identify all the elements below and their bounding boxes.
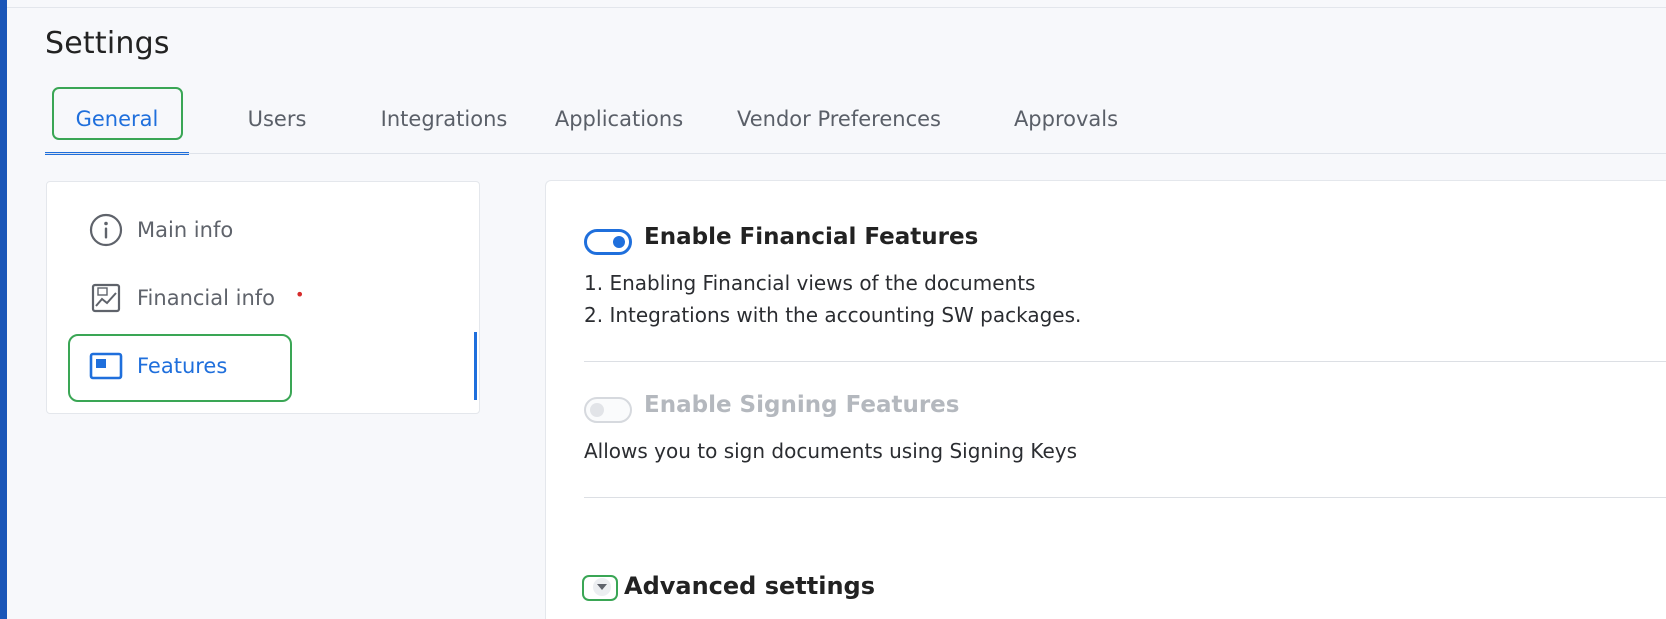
- settings-tabs: General Users Integrations Applications …: [45, 84, 1666, 155]
- sidebar-active-indicator: [474, 332, 477, 400]
- tab-vendor-preferences-label: Vendor Preferences: [737, 107, 941, 131]
- toggle-knob: [590, 403, 604, 417]
- tab-integrations[interactable]: Integrations: [359, 84, 529, 154]
- app-left-rail: [0, 0, 7, 619]
- chevron-down-icon: [593, 578, 611, 596]
- tab-general[interactable]: General: [45, 84, 189, 155]
- features-panel: Enable Financial Features 1. Enabling Fi…: [545, 180, 1666, 619]
- tab-general-label: General: [75, 107, 159, 131]
- financial-features-section: Enable Financial Features 1. Enabling Fi…: [584, 219, 1666, 329]
- financial-features-toggle[interactable]: [584, 229, 632, 255]
- tab-applications-label: Applications: [554, 107, 684, 131]
- sidebar-item-financial-info[interactable]: Financial info •: [89, 278, 304, 318]
- signing-features-description: Allows you to sign documents using Signi…: [584, 439, 1078, 463]
- info-circle-icon: [89, 213, 123, 247]
- required-marker: •: [295, 284, 305, 304]
- tab-approvals[interactable]: Approvals: [997, 84, 1135, 154]
- top-divider: [7, 7, 1666, 8]
- page-title: Settings: [45, 26, 170, 61]
- tab-approvals-label: Approvals: [1013, 107, 1119, 131]
- tab-applications[interactable]: Applications: [539, 84, 699, 154]
- advanced-settings-title: Advanced settings: [624, 572, 876, 600]
- financial-chart-icon: [89, 281, 123, 315]
- sidebar-item-main-info[interactable]: Main info: [89, 210, 233, 250]
- section-divider: [584, 497, 1666, 498]
- tab-integrations-label: Integrations: [380, 107, 508, 131]
- settings-sidebar: Main info Financial info • Features: [46, 181, 480, 414]
- sidebar-item-label: Financial info: [137, 286, 276, 310]
- financial-features-line-1: 1. Enabling Financial views of the docum…: [584, 271, 1036, 295]
- signing-features-toggle[interactable]: [584, 397, 632, 423]
- sidebar-item-label: Main info: [137, 218, 234, 242]
- tab-vendor-preferences[interactable]: Vendor Preferences: [723, 84, 955, 154]
- advanced-settings-expand-toggle[interactable]: [584, 574, 620, 600]
- signing-features-section: Enable Signing Features Allows you to si…: [584, 387, 1666, 467]
- financial-features-line-2: 2. Integrations with the accounting SW p…: [584, 303, 1082, 327]
- tabs-divider: [45, 153, 1666, 154]
- tab-users[interactable]: Users: [215, 84, 339, 154]
- signing-features-title: Enable Signing Features: [644, 392, 960, 418]
- sidebar-item-features[interactable]: Features: [89, 346, 227, 386]
- financial-features-title: Enable Financial Features: [644, 224, 979, 250]
- sidebar-item-label: Features: [137, 354, 228, 378]
- toggle-knob: [613, 236, 625, 248]
- features-window-icon: [89, 349, 123, 383]
- section-divider: [584, 361, 1666, 362]
- tab-users-label: Users: [247, 107, 307, 131]
